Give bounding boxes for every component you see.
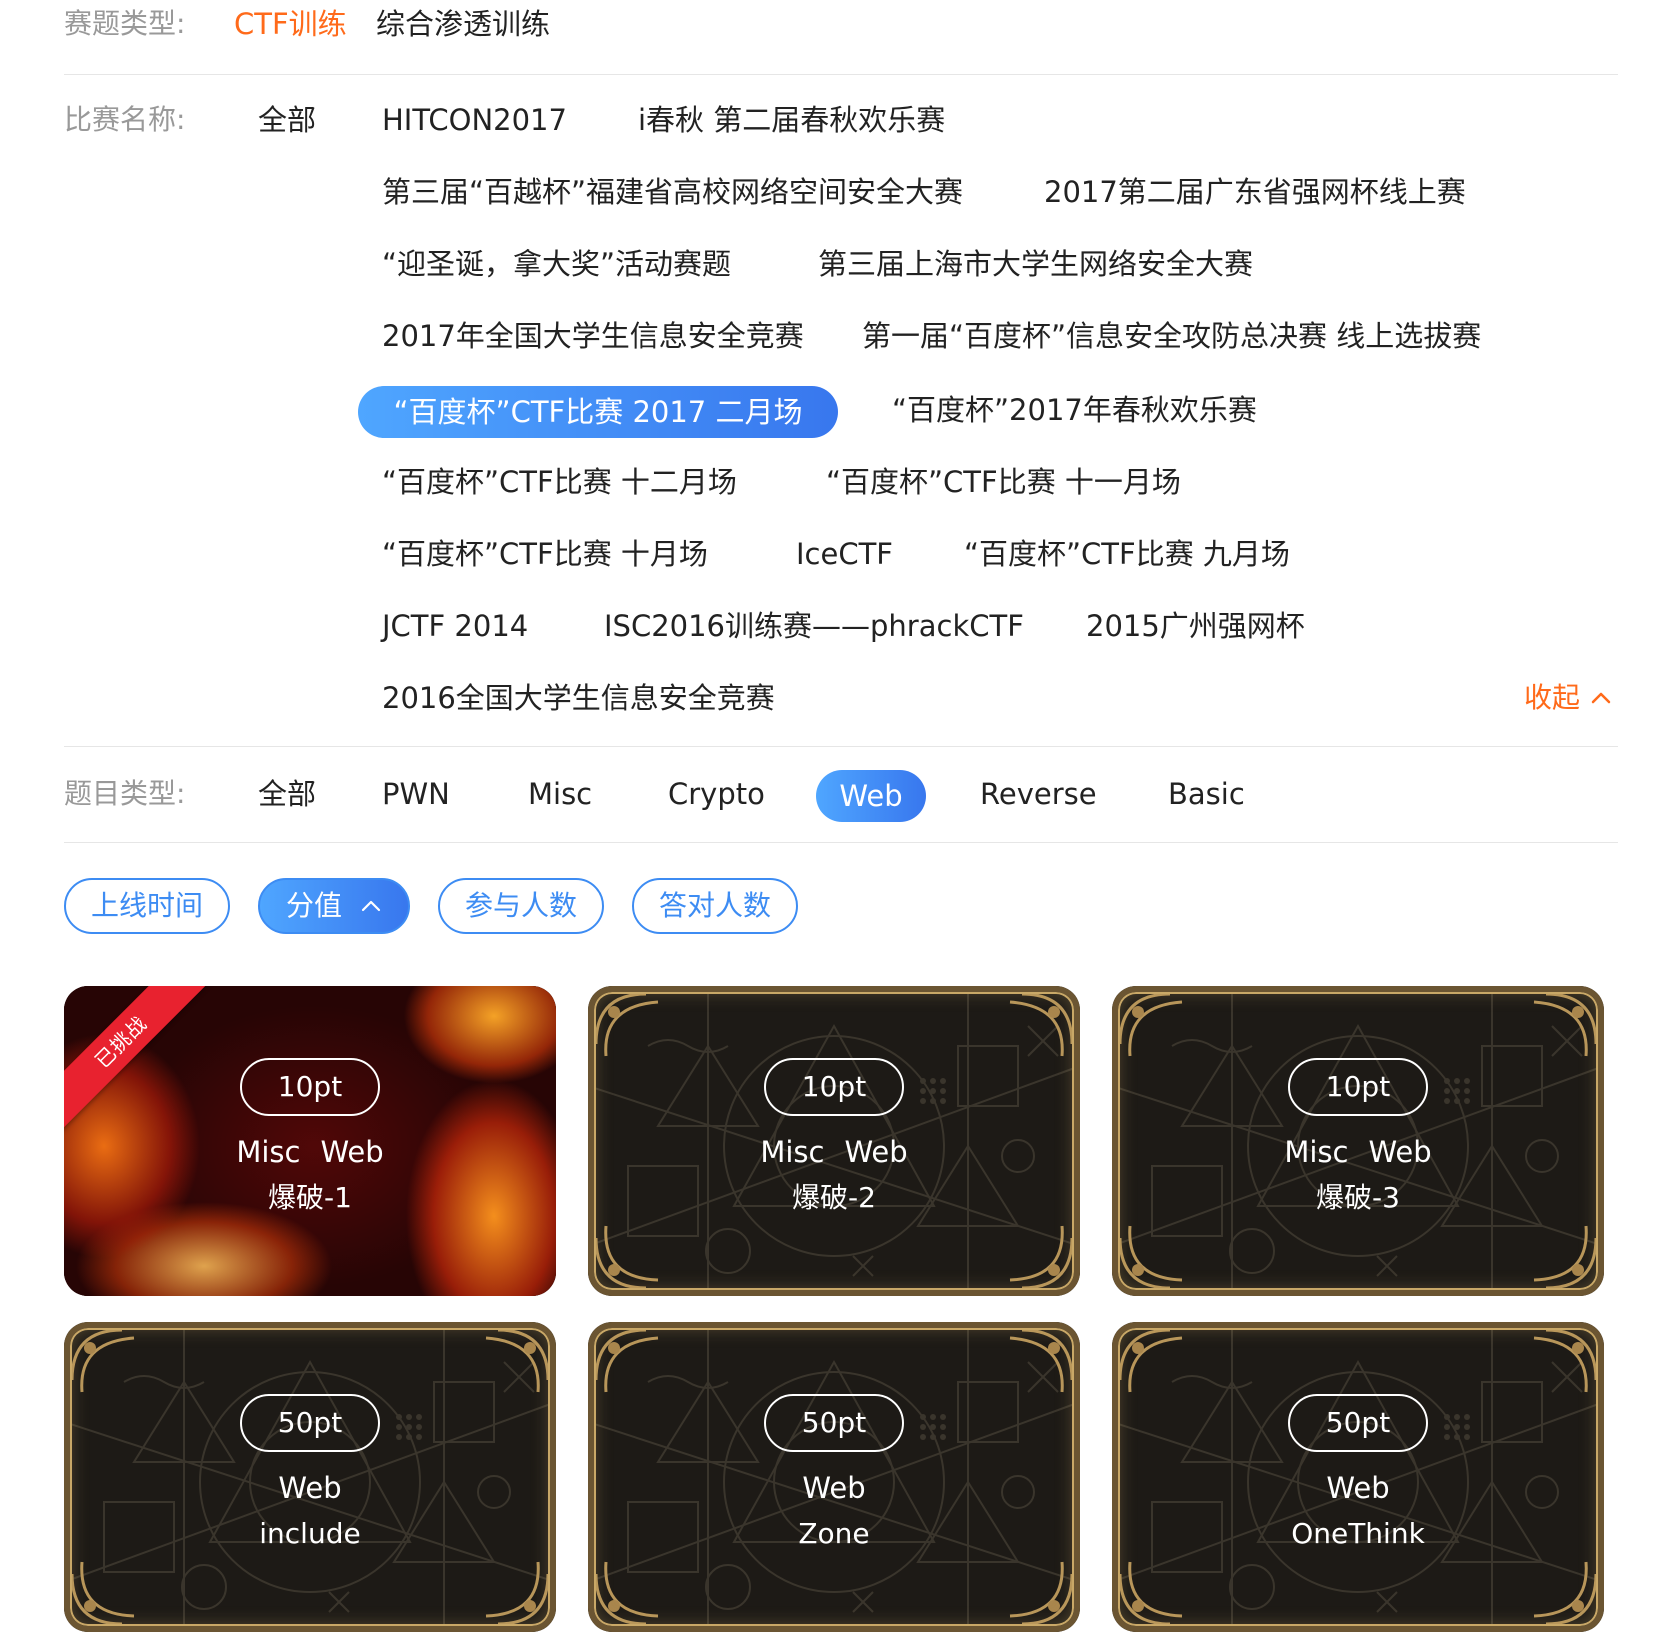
competition-option[interactable]: “百度杯”CTF比赛 九月场	[964, 540, 1290, 569]
tag: Web	[320, 1135, 384, 1169]
points-badge: 50pt	[1288, 1394, 1428, 1452]
challenge-title: OneThink	[1291, 1517, 1425, 1550]
type-option-crypto[interactable]: Crypto	[668, 780, 765, 809]
competition-option[interactable]: 第一届“百度杯”信息安全攻防总决赛 线上选拔赛	[862, 322, 1481, 351]
competition-option[interactable]: “迎圣诞，拿大奖”活动赛题	[382, 250, 731, 279]
challenge-tags: Web	[64, 1474, 556, 1503]
tag: Misc	[236, 1135, 301, 1169]
challenge-title: 爆破-3	[1316, 1181, 1400, 1214]
challenge-tags: Misc Web	[64, 1138, 556, 1167]
type-option-reverse[interactable]: Reverse	[980, 780, 1097, 809]
tag: Web	[278, 1471, 342, 1505]
challenge-card[interactable]: 50pt Web Zone	[588, 1322, 1080, 1632]
collapse-label: 收起	[1524, 681, 1581, 714]
competition-option[interactable]: 第三届“百越杯”福建省高校网络空间安全大赛	[382, 178, 963, 207]
tag: Misc	[760, 1135, 825, 1169]
challenge-tags: Misc Web	[588, 1138, 1080, 1167]
points-value: 10pt	[1325, 1070, 1391, 1103]
competition-option[interactable]: JCTF 2014	[382, 612, 528, 641]
type-option-pwn[interactable]: PWN	[382, 780, 450, 809]
chevron-up-icon	[361, 900, 381, 912]
points-value: 50pt	[1325, 1406, 1391, 1439]
challenge-title: include	[259, 1517, 361, 1550]
points-badge: 10pt	[1288, 1058, 1428, 1116]
challenge-title: 爆破-1	[268, 1181, 352, 1214]
sort-score-label: 分值	[285, 889, 342, 922]
sort-online-time-button[interactable]: 上线时间	[64, 878, 230, 934]
tag: Web	[1326, 1471, 1390, 1505]
challenge-card[interactable]: 已挑战 10pt Misc Web 爆破-1	[64, 986, 556, 1296]
challenge-card[interactable]: 50pt Web OneThink	[1112, 1322, 1604, 1632]
competition-option[interactable]: HITCON2017	[382, 106, 567, 135]
competition-option[interactable]: “百度杯”CTF比赛 十二月场	[382, 468, 737, 497]
chevron-up-icon	[1591, 692, 1611, 704]
points-value: 10pt	[277, 1070, 343, 1103]
type-option-basic[interactable]: Basic	[1168, 780, 1245, 809]
challenge-tags: Misc Web	[1112, 1138, 1604, 1167]
points-badge: 50pt	[240, 1394, 380, 1452]
challenge-card[interactable]: 10pt Misc Web 爆破-3	[1112, 986, 1604, 1296]
collapse-toggle[interactable]: 收起	[1524, 684, 1612, 712]
divider	[64, 842, 1618, 843]
type-option-web[interactable]: Web	[816, 770, 926, 822]
competition-option[interactable]: IceCTF	[796, 540, 893, 569]
sort-participants-button[interactable]: 参与人数	[438, 878, 604, 934]
points-value: 50pt	[801, 1406, 867, 1439]
challenge-card[interactable]: 50pt Web include	[64, 1322, 556, 1632]
points-value: 50pt	[277, 1406, 343, 1439]
points-badge: 10pt	[240, 1058, 380, 1116]
sort-participants-label: 参与人数	[464, 889, 577, 922]
points-badge: 10pt	[764, 1058, 904, 1116]
competition-option[interactable]: ISC2016训练赛——phrackCTF	[604, 612, 1024, 641]
competition-option-all[interactable]: 全部	[258, 106, 316, 135]
category-filter-label: 赛题类型:	[64, 7, 186, 40]
challenge-tags: Web	[588, 1474, 1080, 1503]
competition-option[interactable]: i春秋 第二届春秋欢乐赛	[638, 106, 945, 135]
type-filter-label: 题目类型:	[64, 777, 186, 810]
challenge-tags: Web	[1112, 1474, 1604, 1503]
tag: Web	[844, 1135, 908, 1169]
sort-solvers-label: 答对人数	[658, 889, 771, 922]
competition-option[interactable]: 2017年全国大学生信息安全竞赛	[382, 322, 804, 351]
competition-option[interactable]: 第三届上海市大学生网络安全大赛	[818, 250, 1253, 279]
points-value: 10pt	[801, 1070, 867, 1103]
challenge-card[interactable]: 10pt Misc Web 爆破-2	[588, 986, 1080, 1296]
category-option-ctf[interactable]: CTF训练	[234, 10, 347, 39]
tag: Misc	[1284, 1135, 1349, 1169]
competition-option-selected[interactable]: “百度杯”CTF比赛 2017 二月场	[358, 386, 838, 438]
divider	[64, 746, 1618, 747]
points-badge: 50pt	[764, 1394, 904, 1452]
type-option-all[interactable]: 全部	[258, 780, 316, 809]
type-option-misc[interactable]: Misc	[528, 780, 592, 809]
divider	[64, 74, 1618, 75]
tag: Web	[802, 1471, 866, 1505]
type-option-web-label: Web	[839, 778, 903, 813]
competition-filter-label: 比赛名称:	[64, 103, 186, 136]
competition-option[interactable]: 2017第二届广东省强网杯线上赛	[1044, 178, 1466, 207]
sort-score-button[interactable]: 分值	[258, 878, 410, 934]
competition-option[interactable]: 2016全国大学生信息安全竞赛	[382, 684, 775, 713]
competition-option[interactable]: 2015广州强网杯	[1086, 612, 1305, 641]
challenge-title: 爆破-2	[792, 1181, 876, 1214]
competition-option-selected-label: “百度杯”CTF比赛 2017 二月场	[393, 394, 803, 429]
sort-solvers-button[interactable]: 答对人数	[632, 878, 798, 934]
challenge-title: Zone	[798, 1517, 870, 1550]
competition-option[interactable]: “百度杯”CTF比赛 十月场	[382, 540, 708, 569]
competition-option[interactable]: “百度杯”CTF比赛 十一月场	[826, 468, 1181, 497]
tag: Web	[1368, 1135, 1432, 1169]
category-option-pentest[interactable]: 综合渗透训练	[376, 10, 550, 39]
sort-online-time-label: 上线时间	[90, 889, 203, 922]
competition-option[interactable]: “百度杯”2017年春秋欢乐赛	[892, 396, 1257, 425]
